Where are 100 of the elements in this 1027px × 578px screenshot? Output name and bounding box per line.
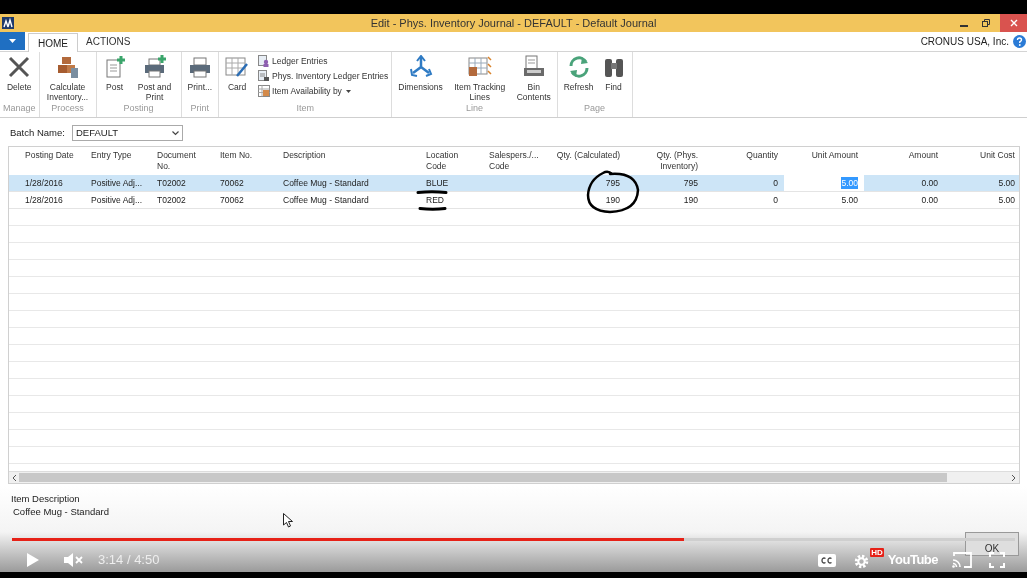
column-header[interactable]: Document No. xyxy=(151,147,214,175)
column-header[interactable]: Description xyxy=(277,147,420,175)
boxes-icon xyxy=(55,55,80,79)
item-description-value: Coffee Mug - Standard xyxy=(12,505,110,519)
window-title: Edit - Phys. Inventory Journal - DEFAULT - Default Journal xyxy=(369,15,658,31)
group-label: Line xyxy=(466,102,484,115)
ribbon-button[interactable]: Item Tracking Lines xyxy=(447,55,512,102)
table-cell-text: 795 xyxy=(604,176,621,190)
table-cell-text: Coffee Mug - Standard xyxy=(282,176,370,190)
table-cell-text: 5.00 xyxy=(840,193,859,207)
ledger-list-icon xyxy=(258,70,271,82)
ribbon-button[interactable]: Card xyxy=(222,55,253,92)
column-header[interactable]: Posting Date xyxy=(19,147,85,175)
ribbon-menu-item[interactable]: Ledger Entries xyxy=(258,55,389,67)
settings-icon[interactable] xyxy=(853,554,869,569)
ribbon-menu-item[interactable]: Phys. Inventory Ledger Entries xyxy=(258,70,389,82)
group-label: Process xyxy=(51,102,84,115)
pen-underline xyxy=(416,190,448,194)
item-description-label: Item Description xyxy=(11,493,81,505)
ribbon-button[interactable]: Post and Print xyxy=(131,55,178,102)
ribbon-tab[interactable]: ACTIONS xyxy=(78,32,139,51)
ribbon-menu-item[interactable]: Item Availability by xyxy=(258,85,389,97)
mute-icon[interactable] xyxy=(64,553,84,567)
company-name: CRONUS USA, Inc. xyxy=(920,35,1009,49)
ribbon-button[interactable]: Print... xyxy=(184,55,216,92)
column-header[interactable]: Unit Cost xyxy=(944,147,1019,175)
close-button[interactable] xyxy=(1000,14,1027,32)
group-label: Item xyxy=(296,101,314,115)
table-cell-text: 5.00 xyxy=(997,176,1016,190)
caret-icon xyxy=(345,89,351,93)
table-cell-text: T02002 xyxy=(156,176,187,190)
grid-arrows-icon xyxy=(467,55,492,79)
ribbon-button[interactable]: Refresh xyxy=(560,55,597,92)
table-cell-text: 5.00 xyxy=(997,193,1016,207)
document-tray-icon xyxy=(521,55,546,79)
table-cell-text: 0 xyxy=(772,193,779,207)
dropdown-caret-icon xyxy=(9,39,16,43)
delete-icon xyxy=(7,55,32,79)
pen-underline xyxy=(418,207,447,211)
ribbon-button[interactable]: Post xyxy=(99,55,130,92)
group-label: Print xyxy=(190,101,210,115)
scrollbar-thumb[interactable] xyxy=(19,473,947,482)
table-cell-text: Positive Adj... xyxy=(90,176,144,190)
arrows-icon xyxy=(408,55,433,79)
column-header[interactable]: Qty. (Calculated) xyxy=(549,147,626,175)
table-cell-text: Coffee Mug - Standard xyxy=(282,193,370,207)
column-header[interactable]: Qty. (Phys. Inventory) xyxy=(626,147,704,175)
group-label: Page xyxy=(584,101,606,115)
table-cell-text: 190 xyxy=(604,193,621,207)
ribbon-button[interactable]: Bin Contents xyxy=(513,55,554,102)
column-header[interactable]: Item No. xyxy=(214,147,277,175)
ribbon-button[interactable]: Find xyxy=(598,55,629,92)
restore-icon[interactable] xyxy=(982,19,990,27)
column-header[interactable]: Amount xyxy=(864,147,944,175)
table-cell-text: Positive Adj... xyxy=(90,193,144,207)
table-row[interactable]: 1/28/2016 Positive Adj... T02002 70062 Coffee Mug - Standard BLUE 795 795 0 5.00 0.00 5.00 xyxy=(9,175,1019,192)
close-icon xyxy=(1009,19,1018,27)
table-cell-text: BLUE xyxy=(425,176,450,190)
table-cell-text: T02002 xyxy=(156,193,187,207)
printer-plus-icon xyxy=(142,55,167,79)
table-cell-text: 70062 xyxy=(219,193,245,207)
ledger-icon xyxy=(258,55,271,67)
batch-name-dropdown[interactable]: DEFAULT xyxy=(72,125,183,141)
table-cell-text: 0.00 xyxy=(920,176,939,190)
batch-name-label: Batch Name: xyxy=(10,125,66,140)
ribbon-button[interactable]: Dimensions xyxy=(395,55,446,92)
hd-badge: HD xyxy=(870,548,884,557)
help-icon[interactable] xyxy=(1013,35,1026,48)
app-logo-icon xyxy=(2,17,14,29)
table-cell-text: 0.00 xyxy=(920,193,939,207)
column-header[interactable]: Quantity xyxy=(704,147,784,175)
mouse-cursor-icon xyxy=(283,513,293,528)
play-icon[interactable] xyxy=(26,552,40,568)
table-cell-text: 70062 xyxy=(219,176,245,190)
fullscreen-icon[interactable] xyxy=(989,552,1005,568)
app-menu-button[interactable] xyxy=(0,32,25,50)
column-header[interactable]: Location Code xyxy=(420,147,483,175)
progress-bar[interactable] xyxy=(12,538,1015,541)
table-cell-text: RED xyxy=(425,193,445,207)
table-cell-text: 0 xyxy=(772,176,779,190)
time-display: 3:14 / 4:50 xyxy=(98,551,160,570)
captions-icon[interactable] xyxy=(817,553,836,567)
table-cell-text: 190 xyxy=(682,193,699,207)
cast-icon[interactable] xyxy=(952,552,972,568)
column-header[interactable]: Unit Amount xyxy=(784,147,864,175)
table-cell-text: 1/28/2016 xyxy=(24,193,64,207)
table-cell-text: 795 xyxy=(682,176,699,190)
printer-icon xyxy=(187,55,212,79)
scroll-right-icon[interactable] xyxy=(1011,473,1017,482)
chevron-down-icon xyxy=(172,130,179,136)
column-header[interactable]: Entry Type xyxy=(85,147,151,175)
column-header[interactable]: Salespers./... Code xyxy=(483,147,549,175)
grid-pencil-icon xyxy=(225,55,250,79)
ribbon-tab[interactable]: HOME xyxy=(28,33,78,52)
ribbon-button[interactable]: Delete xyxy=(3,55,35,92)
scroll-left-icon[interactable] xyxy=(11,473,17,482)
table-icon xyxy=(258,85,271,97)
group-label: Manage xyxy=(3,101,36,115)
ribbon-button[interactable]: Calculate Inventory... xyxy=(42,55,93,102)
group-label: Posting xyxy=(123,102,154,115)
